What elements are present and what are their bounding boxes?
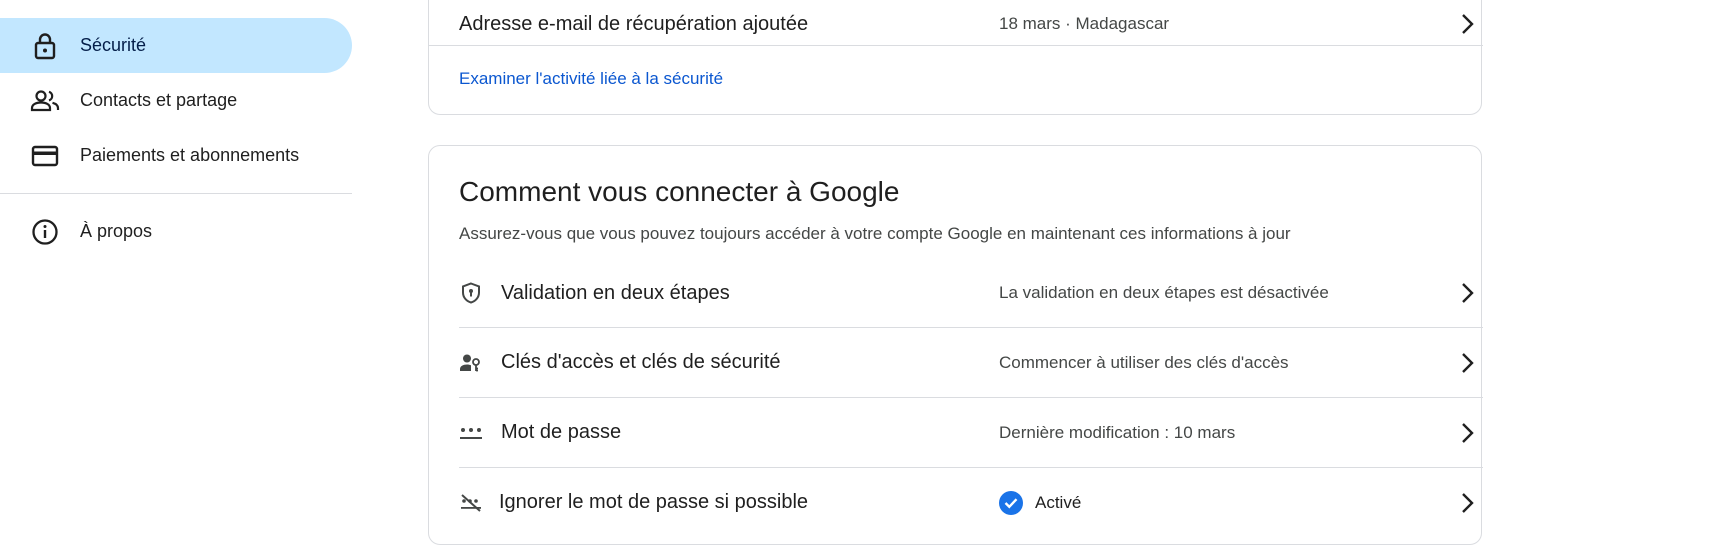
passkey-icon (459, 351, 483, 375)
sidebar: Sécurité Contacts et partage Paiements e… (0, 0, 352, 513)
row-title: Validation en deux étapes (501, 281, 730, 304)
sidebar-item-contacts[interactable]: Contacts et partage (0, 73, 352, 128)
row-value: La validation en deux étapes est désacti… (999, 283, 1329, 302)
sidebar-item-label: Sécurité (80, 35, 147, 55)
sidebar-item-label: Paiements et abonnements (80, 145, 300, 165)
activity-row[interactable]: Adresse e-mail de récupération ajoutée 1… (459, 0, 1483, 48)
chevron-right-icon (1455, 351, 1479, 375)
sidebar-item-security[interactable]: Sécurité (0, 18, 352, 73)
sidebar-item-about[interactable]: À propos (0, 204, 352, 259)
sidebar-item-label: À propos (80, 221, 153, 241)
people-icon (30, 86, 60, 116)
section-subtitle: Assurez-vous que vous pouvez toujours ac… (459, 224, 1291, 243)
info-icon (30, 217, 60, 247)
password-row[interactable]: Mot de passe Dernière modification : 10 … (459, 398, 1483, 467)
skip-password-row[interactable]: Ignorer le mot de passe si possible Acti… (459, 468, 1483, 537)
review-security-activity-link[interactable]: Examiner l'activité liée à la sécurité (459, 69, 723, 89)
chevron-right-icon (1455, 12, 1479, 36)
check-circle-icon (999, 490, 1023, 515)
chevron-right-icon (1455, 421, 1479, 445)
recent-security-activity-card: Adresse e-mail de récupération ajoutée 1… (428, 0, 1483, 115)
chevron-right-icon (1455, 491, 1479, 515)
passkeys-row[interactable]: Clés d'accès et clés de sécurité Commenc… (459, 328, 1483, 397)
lock-icon (30, 31, 60, 61)
activity-value: 18 mars · Madagascar (999, 14, 1170, 33)
sidebar-divider (0, 193, 352, 194)
row-value-wrapper: Activé (999, 490, 1082, 515)
credit-card-icon (30, 141, 60, 171)
sidebar-item-label: Contacts et partage (80, 90, 238, 110)
two-step-verification-row[interactable]: Validation en deux étapes La validation … (459, 264, 1483, 322)
row-divider (429, 45, 1483, 46)
section-title: Comment vous connecter à Google (459, 176, 900, 207)
chevron-right-icon (1455, 281, 1479, 305)
password-icon (459, 421, 483, 445)
row-value: Commencer à utiliser des clés d'accès (999, 352, 1289, 372)
row-title: Mot de passe (501, 421, 622, 443)
activity-title: Adresse e-mail de récupération ajoutée (459, 12, 809, 35)
signin-methods-card: Comment vous connecter à Google Assurez-… (428, 145, 1483, 545)
row-value: Activé (1035, 492, 1082, 512)
row-title: Ignorer le mot de passe si possible (499, 491, 809, 513)
row-value: Dernière modification : 10 mars (999, 422, 1236, 442)
skip-password-icon (459, 491, 483, 515)
shield-icon (459, 281, 483, 305)
sidebar-item-payments[interactable]: Paiements et abonnements (0, 128, 352, 183)
row-title: Clés d'accès et clés de sécurité (501, 351, 781, 373)
